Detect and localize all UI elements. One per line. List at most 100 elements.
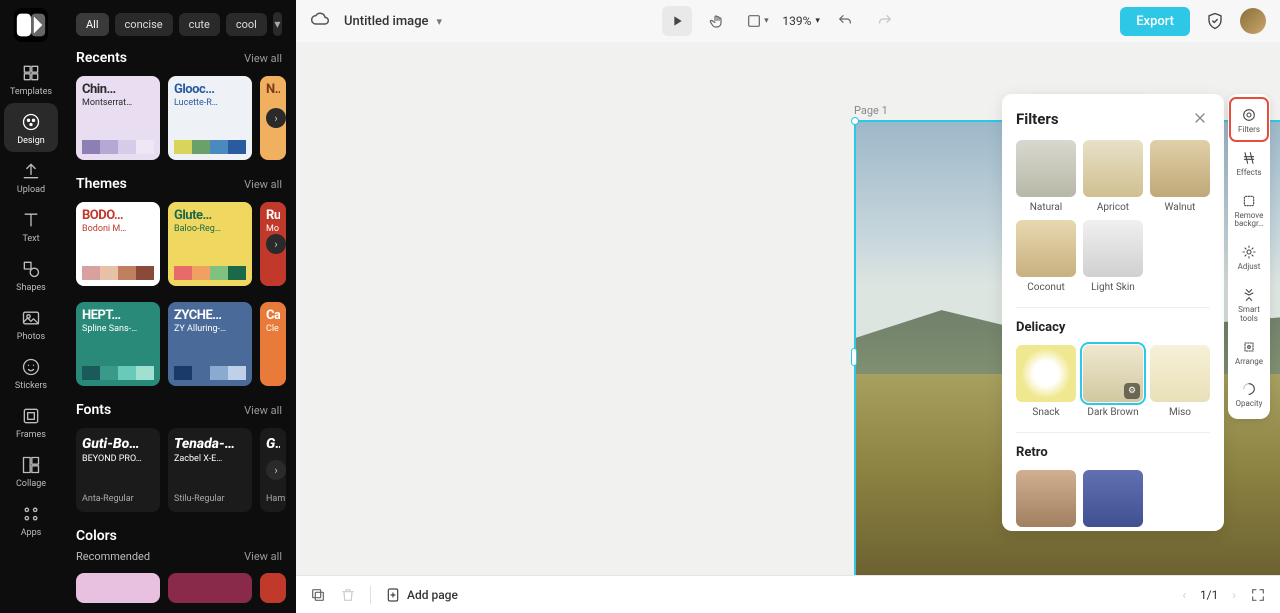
user-avatar[interactable] <box>1240 8 1266 34</box>
handle-tl[interactable] <box>851 117 859 125</box>
center-area: Untitled image ▾ ▾ 139%▾ Export Page 1 <box>296 0 1280 613</box>
title-caret-icon[interactable]: ▾ <box>437 15 443 28</box>
templates-icon <box>20 62 42 84</box>
rrail-filters[interactable]: Filters <box>1230 98 1268 141</box>
filter-light-skin[interactable]: Light Skin <box>1083 220 1143 293</box>
fonts-view-all[interactable]: View all <box>244 404 282 417</box>
recents-title: Recents <box>76 50 127 66</box>
filter-miso[interactable]: Miso <box>1150 345 1210 418</box>
filter-miami[interactable]: Miami <box>1083 470 1143 531</box>
filters-close[interactable] <box>1192 110 1210 128</box>
filter-coconut[interactable]: Coconut <box>1016 220 1076 293</box>
color-card[interactable] <box>76 573 160 603</box>
rrail-adjust[interactable]: Adjust <box>1230 235 1268 278</box>
tags-more[interactable]: ▾ <box>273 12 282 36</box>
resize-dropdown[interactable]: ▾ <box>742 6 772 36</box>
hand-tool[interactable] <box>702 6 732 36</box>
fonts-title: Fonts <box>76 402 111 418</box>
play-button[interactable] <box>662 6 692 36</box>
style-card[interactable]: HEPT…Spline Sans-… <box>76 302 160 386</box>
tag-cool[interactable]: cool <box>226 13 267 36</box>
shapes-icon <box>20 258 42 280</box>
cloud-icon[interactable] <box>310 9 330 33</box>
recents-next[interactable]: › <box>266 108 286 128</box>
filter-snack[interactable]: Snack <box>1016 345 1076 418</box>
font-card[interactable]: Guti-Bo…BEYOND PRO…Anta-Regular <box>76 428 160 512</box>
colors-view-all[interactable]: View all <box>244 550 282 563</box>
rail-collage[interactable]: Collage <box>4 446 58 495</box>
filter-apricot[interactable]: Apricot <box>1083 140 1143 213</box>
rail-frames[interactable]: Frames <box>4 397 58 446</box>
rail-apps[interactable]: Apps <box>4 495 58 544</box>
colors-row <box>76 573 282 603</box>
doc-title[interactable]: Untitled image <box>344 14 429 29</box>
fonts-next[interactable]: › <box>266 460 286 480</box>
rrail-icon <box>1240 380 1258 398</box>
tag-concise[interactable]: concise <box>115 13 173 36</box>
rail-photos[interactable]: Photos <box>4 299 58 348</box>
themes-title: Themes <box>76 176 127 192</box>
filter-natural[interactable]: Natural <box>1016 140 1076 213</box>
undo-button[interactable] <box>830 6 860 36</box>
rrail-icon <box>1240 338 1258 356</box>
upload-icon <box>20 160 42 182</box>
font-card[interactable]: Tenada-…Zacbel X-E…Stilu-Regular <box>168 428 252 512</box>
filter-carmel[interactable]: Carmel <box>1016 470 1076 531</box>
add-page-button[interactable]: Add page <box>385 587 458 603</box>
rrail-smart[interactable]: Smart tools <box>1230 278 1268 330</box>
style-card[interactable]: Chin…Montserrat… <box>76 76 160 160</box>
themes-next[interactable]: › <box>266 234 286 254</box>
filter-section-title: Delicacy <box>1016 320 1210 335</box>
themes-view-all[interactable]: View all <box>244 178 282 191</box>
rrail-icon <box>1240 286 1258 304</box>
filter-dark-brown[interactable]: ⚙Dark Brown <box>1083 345 1143 418</box>
page-label: Page 1 <box>854 104 888 117</box>
fullscreen-button[interactable] <box>1250 587 1266 603</box>
rail-design[interactable]: Design <box>4 103 58 152</box>
shield-icon[interactable] <box>1200 6 1230 36</box>
layers-button[interactable] <box>310 587 326 603</box>
left-rail: TemplatesDesignUploadTextShapesPhotosSti… <box>0 0 62 613</box>
rail-templates[interactable]: Templates <box>4 54 58 103</box>
right-rail: FiltersEffectsRemove backgr…AdjustSmart … <box>1228 94 1270 419</box>
design-sidebar: All concise cute cool ▾ Recents View all Chi… <box>62 0 296 613</box>
tag-cute[interactable]: cute <box>179 13 220 36</box>
app-logo[interactable] <box>14 8 48 42</box>
style-card[interactable]: Glooc…Lucette-R… <box>168 76 252 160</box>
handle-ml[interactable] <box>851 348 857 366</box>
rail-shapes[interactable]: Shapes <box>4 250 58 299</box>
redo-button[interactable] <box>870 6 900 36</box>
rail-upload[interactable]: Upload <box>4 152 58 201</box>
tag-row: All concise cute cool ▾ <box>76 12 282 36</box>
style-card[interactable]: Glute…Baloo-Reg… <box>168 202 252 286</box>
tag-all[interactable]: All <box>76 13 109 36</box>
filters-panel-title: Filters <box>1016 110 1059 128</box>
text-icon <box>20 209 42 231</box>
rrail-icon <box>1240 106 1258 124</box>
topbar: Untitled image ▾ ▾ 139%▾ Export <box>296 0 1280 42</box>
themes-row: BODO…Bodoni M…Glute…Baloo-Reg…Ru…Mo› <box>76 202 282 286</box>
export-button[interactable]: Export <box>1120 7 1190 36</box>
canvas-area[interactable]: Page 1 Filters <box>296 42 1280 575</box>
apps-icon <box>20 503 42 525</box>
rrail-arrange[interactable]: Arrange <box>1230 330 1268 373</box>
adjust-icon[interactable]: ⚙ <box>1124 383 1140 399</box>
collage-icon <box>20 454 42 476</box>
rail-text[interactable]: Text <box>4 201 58 250</box>
recents-view-all[interactable]: View all <box>244 52 282 65</box>
color-card[interactable] <box>260 573 286 603</box>
frames-icon <box>20 405 42 427</box>
style-card[interactable]: BODO…Bodoni M… <box>76 202 160 286</box>
design-icon <box>20 111 42 133</box>
color-card[interactable] <box>168 573 252 603</box>
style-card[interactable]: ZYCHE…ZY Alluring-… <box>168 302 252 386</box>
rrail-opacity[interactable]: Opacity <box>1230 372 1268 415</box>
rail-stickers[interactable]: Stickers <box>4 348 58 397</box>
rrail-icon <box>1240 192 1258 210</box>
zoom-level[interactable]: 139%▾ <box>782 14 820 28</box>
style-card[interactable]: Ca…Cle <box>260 302 286 386</box>
rrail-remove[interactable]: Remove backgr… <box>1230 184 1268 236</box>
filter-walnut[interactable]: Walnut <box>1150 140 1210 213</box>
delete-button <box>340 587 356 603</box>
rrail-effects[interactable]: Effects <box>1230 141 1268 184</box>
